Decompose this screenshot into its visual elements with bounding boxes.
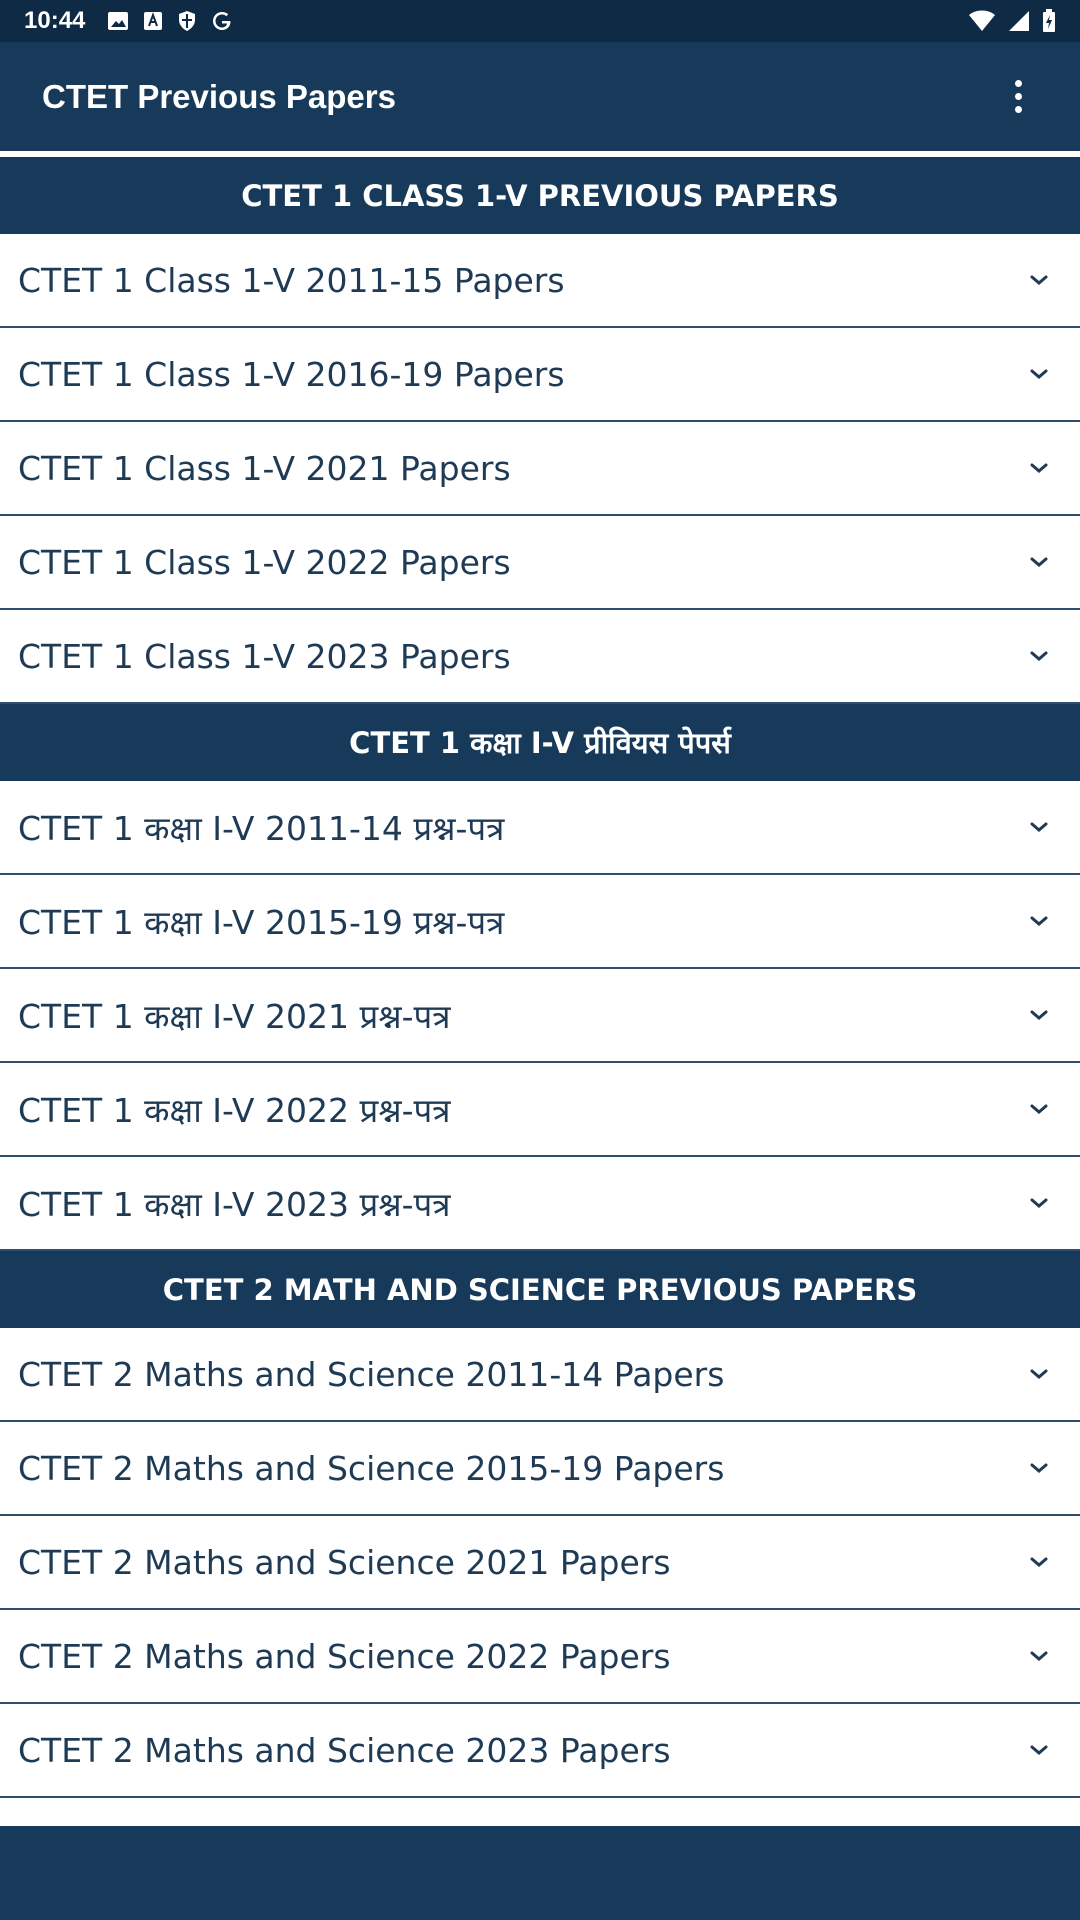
list-item[interactable]: CTET 2 Maths and Science 2022 Papers — [0, 1610, 1080, 1704]
shield-icon — [177, 10, 197, 32]
list-item-label: CTET 1 Class 1-V 2011-15 Papers — [18, 260, 565, 300]
list-item-label: CTET 1 Class 1-V 2021 Papers — [18, 448, 511, 488]
list-item[interactable]: CTET 1 कक्षा I-V 2011-14 प्रश्न-पत्र — [0, 781, 1080, 875]
chevron-down-icon — [1030, 369, 1048, 379]
list-item-label: CTET 1 कक्षा I-V 2022 प्रश्न-पत्र — [18, 1090, 451, 1130]
wifi-icon — [968, 10, 996, 32]
chevron-down-icon — [1030, 275, 1048, 285]
signal-icon — [1008, 10, 1030, 32]
list-item-label: CTET 1 कक्षा I-V 2015-19 प्रश्न-पत्र — [18, 902, 505, 942]
chevron-down-icon — [1030, 1198, 1048, 1208]
list-item[interactable]: CTET 2 Maths and Science 2011-14 Papers — [0, 1328, 1080, 1422]
chevron-down-icon — [1030, 1010, 1048, 1020]
list-item[interactable]: CTET 1 कक्षा I-V 2022 प्रश्न-पत्र — [0, 1063, 1080, 1157]
list-item[interactable]: CTET 1 Class 1-V 2011-15 Papers — [0, 234, 1080, 328]
section-header-ctet2-math-science: CTET 2 MATH AND SCIENCE PREVIOUS PAPERS — [0, 1251, 1080, 1328]
list-item-label: CTET 2 Maths and Science 2023 Papers — [18, 1730, 671, 1770]
list-item-label: CTET 1 Class 1-V 2023 Papers — [18, 636, 511, 676]
list-item[interactable]: CTET 2 Maths and Science 2021 Papers — [0, 1516, 1080, 1610]
chevron-down-icon — [1030, 1557, 1048, 1567]
list-item-label: CTET 1 कक्षा I-V 2011-14 प्रश्न-पत्र — [18, 808, 505, 848]
app-title: CTET Previous Papers — [42, 77, 396, 115]
list-item[interactable]: CTET 1 Class 1-V 2023 Papers — [0, 610, 1080, 704]
image-icon — [107, 11, 129, 31]
list-item-label: CTET 1 Class 1-V 2022 Papers — [18, 542, 511, 582]
chevron-down-icon — [1030, 557, 1048, 567]
section-header-ctet1-english: CTET 1 CLASS 1-V PREVIOUS PAPERS — [0, 157, 1080, 234]
list-item[interactable]: CTET 1 Class 1-V 2022 Papers — [0, 516, 1080, 610]
list-item[interactable]: CTET 1 Class 1-V 2016-19 Papers — [0, 328, 1080, 422]
more-vertical-icon[interactable] — [998, 67, 1038, 127]
list-item[interactable]: CTET 1 कक्षा I-V 2021 प्रश्न-पत्र — [0, 969, 1080, 1063]
list-item[interactable]: CTET 1 कक्षा I-V 2015-19 प्रश्न-पत्र — [0, 875, 1080, 969]
status-time: 10:44 — [24, 7, 86, 34]
chevron-down-icon — [1030, 1651, 1048, 1661]
status-bar: 10:44 — [0, 0, 1080, 42]
chevron-down-icon — [1030, 463, 1048, 473]
chevron-down-icon — [1030, 1104, 1048, 1114]
chevron-down-icon — [1030, 1463, 1048, 1473]
list-item-label: CTET 1 कक्षा I-V 2023 प्रश्न-पत्र — [18, 1184, 451, 1224]
app-bar: CTET Previous Papers — [0, 42, 1080, 154]
list-item-label: CTET 2 Maths and Science 2011-14 Papers — [18, 1354, 725, 1394]
section-header-ctet1-hindi: CTET 1 कक्षा I-V प्रीवियस पेपर्स — [0, 704, 1080, 781]
battery-icon — [1042, 9, 1056, 33]
list-item[interactable]: CTET 1 Class 1-V 2021 Papers — [0, 422, 1080, 516]
chevron-down-icon — [1030, 651, 1048, 661]
chevron-down-icon — [1030, 916, 1048, 926]
chevron-down-icon — [1030, 1745, 1048, 1755]
list-item-label: CTET 2 Maths and Science 2015-19 Papers — [18, 1448, 725, 1488]
font-icon — [143, 11, 163, 31]
google-icon — [211, 10, 233, 32]
list-item-label: CTET 1 Class 1-V 2016-19 Papers — [18, 354, 565, 394]
bottom-banner-area — [0, 1826, 1080, 1920]
list-item-label: CTET 1 कक्षा I-V 2021 प्रश्न-पत्र — [18, 996, 451, 1036]
list-item-label: CTET 2 Maths and Science 2021 Papers — [18, 1542, 671, 1582]
list-item[interactable]: CTET 2 Maths and Science 2023 Papers — [0, 1704, 1080, 1798]
chevron-down-icon — [1030, 822, 1048, 832]
chevron-down-icon — [1030, 1369, 1048, 1379]
list-item[interactable]: CTET 2 Maths and Science 2015-19 Papers — [0, 1422, 1080, 1516]
papers-list: CTET 1 CLASS 1-V PREVIOUS PAPERS CTET 1 … — [0, 157, 1080, 1798]
list-item[interactable]: CTET 1 कक्षा I-V 2023 प्रश्न-पत्र — [0, 1157, 1080, 1251]
list-item-label: CTET 2 Maths and Science 2022 Papers — [18, 1636, 671, 1676]
